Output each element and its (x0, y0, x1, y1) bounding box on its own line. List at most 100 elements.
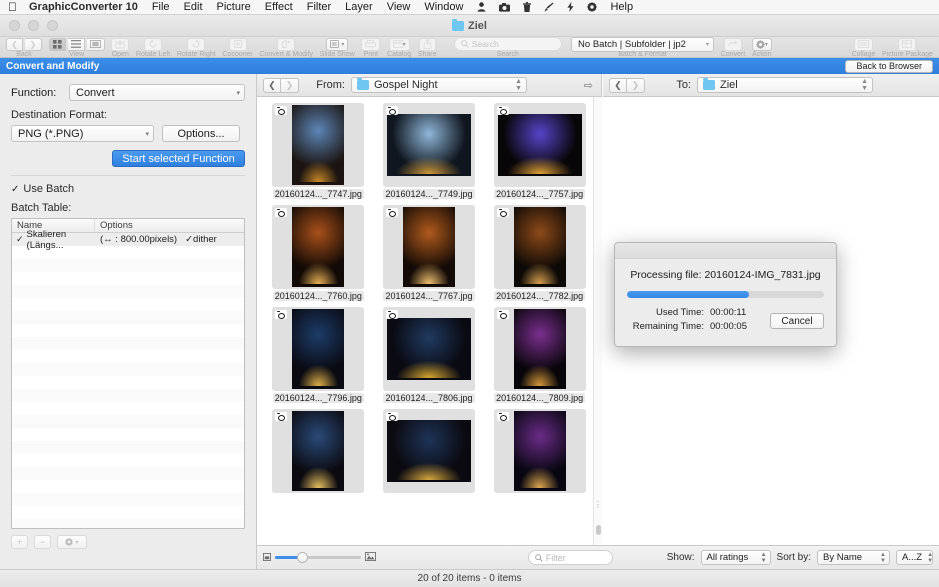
add-icon[interactable]: + (11, 535, 28, 549)
thumbnail-image[interactable] (383, 307, 475, 391)
menu-item-help[interactable]: Help (610, 1, 633, 13)
forward-button[interactable]: ❯ (25, 38, 42, 51)
use-batch-checkbox[interactable]: ✓ Use Batch (11, 183, 245, 195)
thumbnail-item[interactable]: 20160124..._7809.jpg (486, 307, 593, 403)
start-selected-function-button[interactable]: Start selected Function (112, 150, 245, 167)
menu-item-effect[interactable]: Effect (265, 1, 293, 13)
filter-input[interactable]: Filter (528, 550, 613, 565)
thumbnail-image[interactable] (272, 205, 364, 289)
thumbnail-image[interactable] (494, 205, 586, 289)
thumbnail-image[interactable] (272, 307, 364, 391)
thumbnail-item[interactable]: 20160124..._7747.jpg (265, 103, 372, 199)
menu-item-edit[interactable]: Edit (184, 1, 203, 13)
back-button[interactable]: ❮ (6, 38, 23, 51)
function-dropdown[interactable]: Convert ▾ (69, 84, 245, 101)
rotate-left-icon[interactable] (144, 38, 162, 51)
chevron-left-icon[interactable]: ❮ (609, 78, 627, 93)
open-icon[interactable] (111, 38, 129, 51)
chevron-right-icon[interactable]: ❯ (627, 78, 645, 93)
gear-icon[interactable] (587, 2, 597, 12)
thumbnail-size-slider[interactable] (263, 552, 376, 563)
cocooner-icon[interactable] (229, 38, 247, 51)
rotate-right-icon[interactable] (187, 38, 205, 51)
paintbrush-icon[interactable] (544, 2, 554, 12)
from-folder-dropdown[interactable]: Gospel Night ▲▼ (351, 77, 527, 93)
batch-table[interactable]: Name Options ✓ Skalieren (Längs... (↔ : … (11, 218, 245, 529)
split-handle[interactable]: ⋮ (594, 500, 601, 509)
back-to-browser-button[interactable]: Back to Browser (845, 60, 933, 73)
action-gear-icon[interactable]: ▾ (752, 38, 772, 51)
list-view-icon[interactable] (68, 38, 85, 51)
gear-menu-icon[interactable]: ▾ (57, 535, 87, 549)
show-ratings-dropdown[interactable]: All ratings ▲▼ (701, 550, 771, 565)
menu-item-file[interactable]: File (152, 1, 170, 13)
trash-icon[interactable] (523, 2, 531, 12)
thumbnail-item[interactable]: 20160124..._7757.jpg (486, 103, 593, 199)
slider-knob[interactable] (297, 552, 308, 563)
thumbnail-item[interactable] (376, 409, 483, 493)
search-input[interactable]: Search (454, 37, 562, 51)
thumbnail-grid-pane[interactable]: 20160124..._7747.jpg20160124..._7749.jpg… (257, 97, 602, 545)
sort-order-dropdown[interactable]: A...Z ▲▼ (896, 550, 933, 565)
slideshow-icon[interactable]: ▾ (326, 38, 348, 51)
thumbnail-image[interactable] (383, 103, 475, 187)
menu-item-filter[interactable]: Filter (307, 1, 331, 13)
chevron-left-icon[interactable]: ❮ (263, 78, 281, 93)
menu-item-layer[interactable]: Layer (345, 1, 373, 13)
menu-item-picture[interactable]: Picture (217, 1, 251, 13)
row-check-icon[interactable]: ✓ (16, 234, 24, 245)
thumbnail-image[interactable] (494, 307, 586, 391)
maximize-button[interactable] (47, 20, 58, 31)
share-icon[interactable] (419, 38, 436, 51)
picture-package-icon[interactable] (898, 38, 916, 51)
thumbnail-item[interactable]: 20160124..._7767.jpg (376, 205, 483, 301)
slider-track[interactable] (275, 556, 361, 559)
thumbnail-image[interactable] (383, 205, 475, 289)
collage-icon[interactable] (854, 38, 873, 51)
app-name-menu[interactable]: GraphicConverter 10 (29, 1, 138, 13)
close-button[interactable] (9, 20, 20, 31)
chevron-right-icon[interactable]: ❯ (281, 78, 299, 93)
batch-format-dropdown[interactable]: No Batch | Subfolder | jp2 ▾ (571, 37, 714, 52)
toolbar-label-rotate-right: Rotate Right (177, 51, 216, 58)
menu-item-window[interactable]: Window (424, 1, 463, 13)
thumbnail-image[interactable] (494, 103, 586, 187)
scrollbar-thumb[interactable] (596, 525, 601, 535)
menu-item-view[interactable]: View (387, 1, 411, 13)
minimize-button[interactable] (28, 20, 39, 31)
catalog-icon[interactable]: ▾ (389, 38, 410, 51)
thumbnail-item[interactable]: 20160124..._7749.jpg (376, 103, 483, 199)
destination-format-dropdown[interactable]: PNG (*.PNG) ▾ (11, 125, 154, 142)
convert-icon[interactable] (724, 38, 742, 51)
thumbnail-item[interactable]: 20160124..._7806.jpg (376, 307, 483, 403)
thumbnail-image[interactable] (272, 103, 364, 187)
print-icon[interactable] (361, 38, 380, 51)
thumbnail-item[interactable]: 20160124..._7796.jpg (265, 307, 372, 403)
table-empty-row (12, 441, 244, 454)
sort-by-dropdown[interactable]: By Name ▲▼ (817, 550, 890, 565)
thumbnail-scrollbar[interactable] (593, 97, 602, 545)
thumbnail-item[interactable]: 20160124..._7760.jpg (265, 205, 372, 301)
convert-modify-icon[interactable] (277, 38, 295, 51)
grid-view-icon[interactable] (49, 38, 66, 51)
table-empty-row (12, 285, 244, 298)
options-button[interactable]: Options... (162, 125, 240, 142)
table-row[interactable]: ✓ Skalieren (Längs... (↔ : 800.00pixels)… (12, 233, 244, 246)
thumbnail-item[interactable] (265, 409, 372, 493)
lightning-icon[interactable] (567, 2, 574, 12)
thumbnail-item[interactable]: 20160124..._7782.jpg (486, 205, 593, 301)
thumbnail-image[interactable] (494, 409, 586, 493)
filmstrip-view-icon[interactable] (87, 38, 105, 51)
copy-arrow-icon[interactable]: ⇨ (584, 79, 593, 92)
thumbnail-image[interactable] (272, 409, 364, 493)
thumbnail-image[interactable] (383, 409, 475, 493)
person-icon[interactable] (477, 2, 486, 12)
remove-icon[interactable]: − (34, 535, 51, 549)
thumbnail-item[interactable] (486, 409, 593, 493)
camera-icon[interactable] (499, 3, 510, 12)
apple-menu-icon[interactable]:  (8, 1, 17, 13)
cancel-button[interactable]: Cancel (770, 313, 824, 329)
to-folder-dropdown[interactable]: Ziel ▲▼ (697, 77, 873, 93)
progress-bar (627, 291, 824, 298)
toolbar-label-batch-format: Batch & Format (618, 51, 667, 58)
